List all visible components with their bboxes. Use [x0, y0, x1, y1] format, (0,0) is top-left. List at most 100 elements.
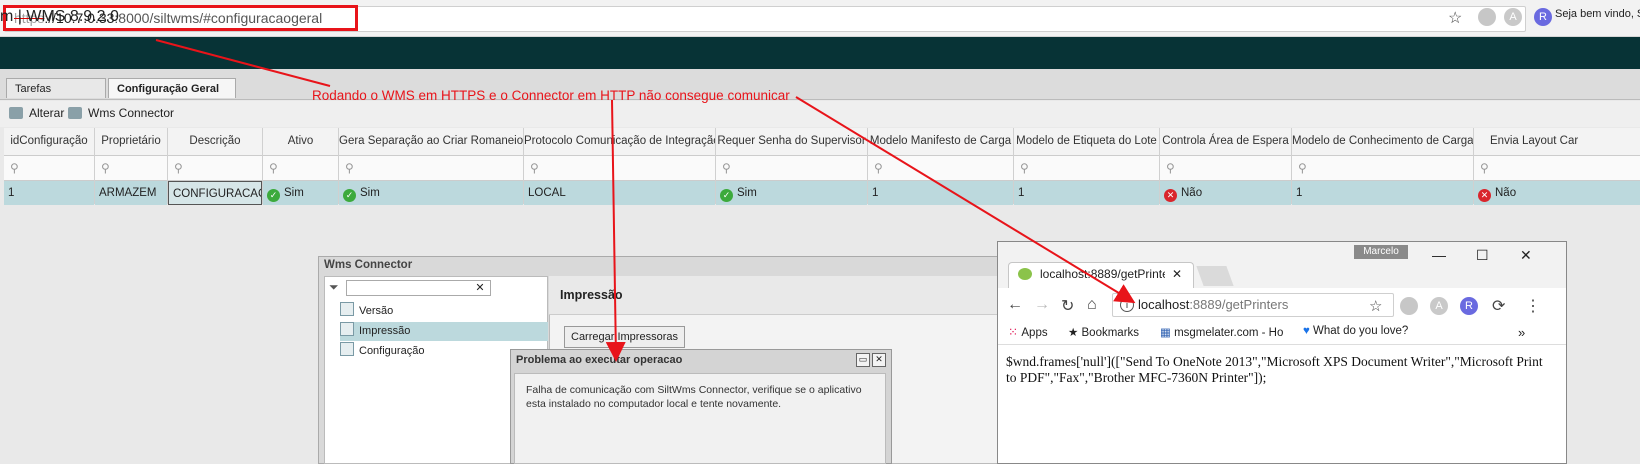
tree-node-impressao[interactable]: Impressão — [340, 322, 548, 341]
back-icon[interactable]: ← — [1007, 296, 1023, 314]
filter-cell[interactable]: ⚲ — [868, 156, 1013, 181]
cell-id[interactable]: 1 — [4, 181, 94, 205]
cell-gera-separacao[interactable]: ✓ Sim — [339, 181, 523, 205]
column-header[interactable]: Envia Layout Car — [1474, 128, 1640, 156]
profile-icon[interactable]: R — [1460, 297, 1478, 315]
window-title: Wms Connector — [324, 259, 413, 271]
bookmark-label: What do you love? — [1313, 325, 1409, 337]
column-header[interactable]: Proprietário — [95, 128, 167, 156]
column-header[interactable]: Descrição — [168, 128, 262, 156]
panel-title: Impressão — [560, 288, 623, 302]
filter-cell[interactable]: ⚲ — [1014, 156, 1159, 181]
search-icon: ⚲ — [1298, 161, 1307, 175]
check-icon: ✓ — [267, 189, 280, 202]
cell-value: Não — [1495, 187, 1517, 199]
column-conhecimento: Modelo de Conhecimento de Carga ⚲ 1 — [1292, 128, 1474, 205]
home-icon[interactable]: ⌂ — [1087, 296, 1097, 314]
bookmark-label: Apps — [1021, 327, 1048, 339]
column-header[interactable]: Controla Área de Espera — [1160, 128, 1291, 156]
filter-cell[interactable]: ⚲ — [339, 156, 523, 181]
cell-etiqueta[interactable]: 1 — [1014, 181, 1159, 205]
cell-proprietario[interactable]: ARMAZEM — [95, 181, 167, 205]
column-requer-senha: Requer Senha do Supervisor ⚲ ✓ Sim — [716, 128, 868, 205]
filter-cell[interactable]: ⚲ — [1474, 156, 1640, 181]
connector-icon — [68, 107, 82, 119]
overflow-icon[interactable]: » — [1518, 325, 1525, 340]
profile-icon[interactable]: R — [1534, 8, 1552, 26]
column-idconfiguracao: idConfiguração ⚲ 1 — [4, 128, 95, 205]
load-printers-button[interactable]: Carregar Impressoras — [564, 326, 685, 348]
pdf-icon[interactable]: A — [1430, 297, 1448, 315]
forward-icon[interactable]: → — [1034, 296, 1050, 314]
cell-envia-layout[interactable]: ✕ Não — [1474, 181, 1640, 205]
tree-node-versao[interactable]: Versão — [340, 302, 548, 321]
filter-cell[interactable]: ⚲ — [95, 156, 167, 181]
page-content: $wnd.frames['null'](["Send To OneNote 20… — [1006, 354, 1543, 385]
column-header[interactable]: Modelo de Conhecimento de Carga — [1292, 128, 1473, 156]
cell-conhecimento[interactable]: 1 — [1292, 181, 1473, 205]
extension-icon[interactable] — [1478, 8, 1496, 26]
bookmark-bookmarks[interactable]: ★ Bookmarks — [1068, 325, 1139, 339]
menu-icon[interactable]: ⋮ — [1525, 296, 1541, 316]
filter-cell[interactable]: ⚲ — [263, 156, 338, 181]
wms-connector-button[interactable]: Wms Connector — [68, 106, 174, 120]
filter-cell[interactable]: ⚲ — [524, 156, 715, 181]
sync-icon[interactable]: ⟳ — [1492, 296, 1505, 316]
search-icon: ⚲ — [1020, 161, 1029, 175]
reload-icon[interactable]: ↻ — [1061, 296, 1074, 316]
tab-configuracao-geral[interactable]: Configuração Geral✕ — [108, 78, 236, 115]
filter-cell[interactable]: ⚲ — [4, 156, 94, 181]
close-icon[interactable]: ✕ — [872, 353, 886, 367]
cell-protocolo[interactable]: LOCAL — [524, 181, 715, 205]
cell-descricao[interactable]: CONFIGURACAO — [168, 181, 262, 205]
close-icon[interactable]: ✕ — [1520, 247, 1532, 264]
column-header[interactable]: Modelo Manifesto de Carga — [868, 128, 1013, 156]
bookmark-apps[interactable]: ⁙ Apps — [1008, 325, 1048, 339]
bookmark-msgmelater[interactable]: ▦ msgmelater.com - Ho — [1160, 325, 1290, 339]
column-etiqueta: Modelo de Etiqueta do Lote ⚲ 1 — [1014, 128, 1160, 205]
extension-icon[interactable] — [1400, 297, 1418, 315]
search-icon: ⚲ — [1166, 161, 1175, 175]
tab-label: Configuração Geral — [117, 83, 220, 95]
leaf-icon — [1018, 268, 1032, 280]
column-header[interactable]: Requer Senha do Supervisor — [716, 128, 867, 156]
page-icon — [340, 322, 354, 336]
column-envia-layout: Envia Layout Car ⚲ ✕ Não — [1474, 128, 1640, 205]
maximize-icon[interactable]: ▭ — [856, 353, 870, 367]
cell-requer-senha[interactable]: ✓ Sim — [716, 181, 867, 205]
address-path: :8889/getPrinters — [1189, 297, 1289, 312]
filter-cell[interactable]: ⚲ — [1292, 156, 1473, 181]
alter-button[interactable]: Alterar — [9, 106, 64, 120]
search-icon: ⚲ — [101, 161, 110, 175]
filter-cell[interactable]: ⚲ — [716, 156, 867, 181]
close-icon[interactable]: ✕ — [1172, 267, 1182, 281]
cell-ativo[interactable]: ✓ Sim — [263, 181, 338, 205]
cell-area-espera[interactable]: ✕ Não — [1160, 181, 1291, 205]
bookmark-what-do-you-love[interactable]: ♥ What do you love? — [1303, 325, 1408, 337]
column-header[interactable]: Ativo — [263, 128, 338, 156]
tab-tarefas-principais[interactable]: Tarefas Principais — [6, 78, 106, 115]
column-header[interactable]: Modelo de Etiqueta do Lote — [1014, 128, 1159, 156]
maximize-icon[interactable]: ☐ — [1476, 247, 1489, 264]
bookmark-label: Bookmarks — [1081, 327, 1140, 339]
pdf-icon[interactable]: A — [1504, 8, 1522, 26]
cell-manifesto[interactable]: 1 — [868, 181, 1013, 205]
info-icon[interactable]: i — [1120, 298, 1134, 312]
tree-filter-input[interactable] — [346, 280, 491, 296]
clear-icon[interactable]: ✕ — [473, 281, 487, 295]
star-icon[interactable]: ☆ — [1448, 8, 1462, 28]
filter-cell[interactable]: ⚲ — [168, 156, 262, 181]
column-header[interactable]: idConfiguração — [4, 128, 94, 156]
minimize-icon[interactable]: — — [1432, 247, 1446, 263]
alter-label: Alterar — [29, 106, 65, 120]
column-header[interactable]: Gera Separação ao Criar Romaneio — [339, 128, 523, 156]
dialog-message: Falha de comunicação com SiltWms Connect… — [526, 384, 862, 410]
heart-icon: ♥ — [1303, 325, 1314, 337]
column-header[interactable]: Protocolo Comunicação de Integração — [524, 128, 715, 156]
star-icon[interactable]: ☆ — [1369, 297, 1382, 315]
address-text[interactable]: localhost:8889/getPrinters — [1138, 297, 1288, 312]
column-ativo: Ativo ⚲ ✓ Sim — [263, 128, 339, 205]
page-icon — [340, 342, 354, 356]
profile-name[interactable]: Marcelo — [1354, 245, 1408, 259]
filter-cell[interactable]: ⚲ — [1160, 156, 1291, 181]
